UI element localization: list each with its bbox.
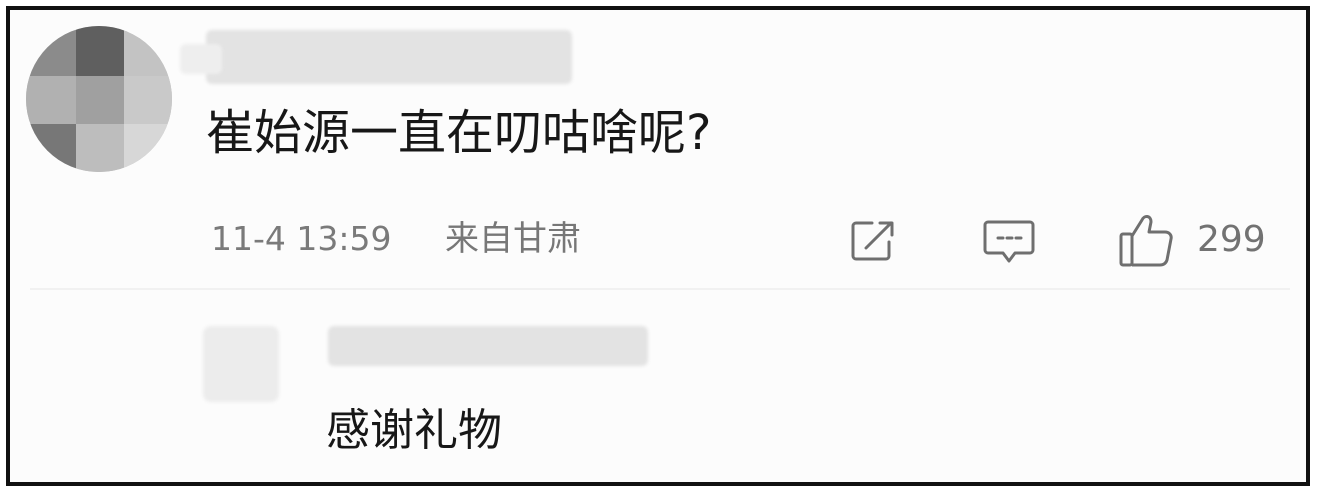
username-blurred[interactable] bbox=[206, 30, 572, 84]
avatar-mosaic-tile bbox=[26, 26, 76, 76]
avatar-mosaic-tile bbox=[124, 124, 172, 172]
avatar-mosaic-tile bbox=[124, 26, 172, 76]
avatar-mosaic-tile bbox=[76, 76, 124, 124]
avatar-mosaic-tile bbox=[26, 124, 76, 172]
thumbs-up-icon[interactable] bbox=[1118, 210, 1174, 268]
avatar-mosaic-tile bbox=[26, 76, 76, 124]
reply-username-blurred[interactable] bbox=[328, 326, 648, 366]
username-blurred-edge bbox=[180, 44, 222, 74]
reply-text: 感谢礼物 bbox=[326, 405, 502, 456]
comment-text: 崔始源一直在叨咕啥呢? bbox=[206, 105, 712, 161]
reply-avatar[interactable] bbox=[203, 326, 279, 402]
edit-share-icon[interactable] bbox=[850, 219, 898, 263]
avatar-mosaic-tile bbox=[76, 124, 124, 172]
avatar-mosaic-tile bbox=[124, 76, 172, 124]
comment-timestamp: 11-4 13:59 bbox=[211, 219, 392, 258]
divider bbox=[30, 288, 1290, 290]
comment-icon[interactable] bbox=[982, 219, 1036, 265]
like-count: 299 bbox=[1197, 219, 1266, 260]
avatar[interactable] bbox=[26, 26, 172, 172]
comment-location: 来自甘肃 bbox=[445, 219, 581, 259]
comment-card: 崔始源一直在叨咕啥呢? 11-4 13:59 来自甘肃 299 感谢礼物 bbox=[6, 6, 1310, 486]
avatar-mosaic-tile bbox=[76, 26, 124, 76]
